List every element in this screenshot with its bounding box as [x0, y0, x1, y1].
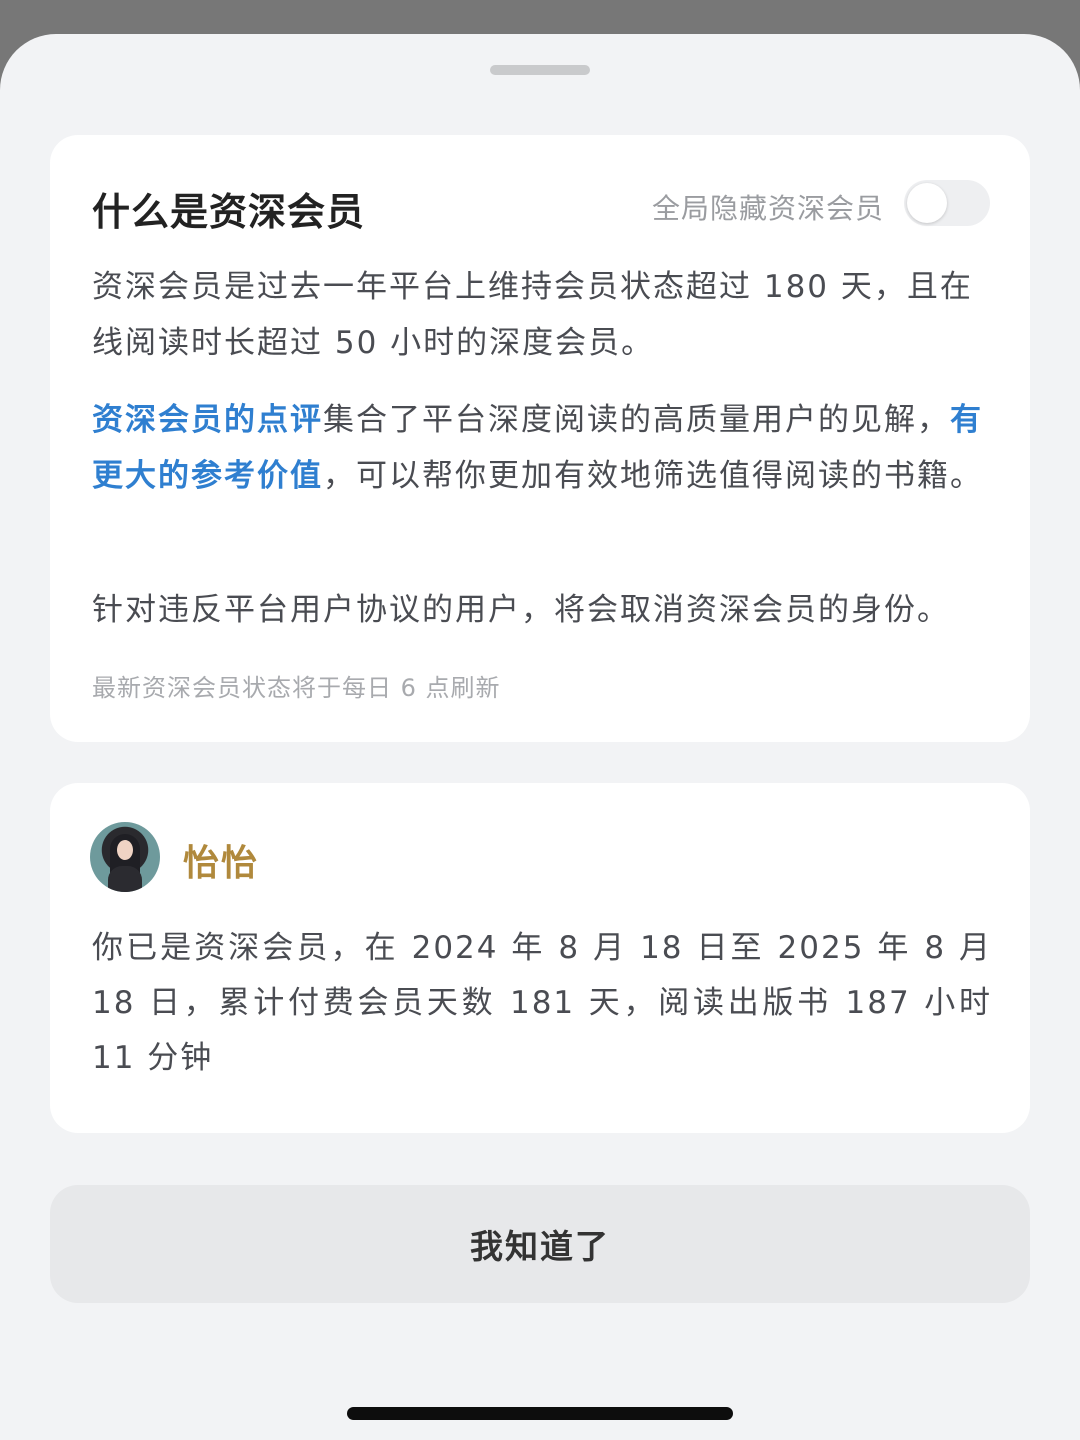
- toggle-knob: [907, 183, 947, 223]
- bottom-sheet: 什么是资深会员 全局隐藏资深会员 资深会员是过去一年平台上维持会员状态超过 18…: [0, 34, 1080, 1440]
- hide-senior-members-label: 全局隐藏资深会员: [651, 192, 884, 225]
- avatar[interactable]: [90, 822, 160, 892]
- avatar-body: [108, 866, 142, 892]
- user-status-card: 怡怡 你已是资深会员，在 2024 年 8 月 18 日至 2025 年 8 月…: [50, 783, 1030, 1133]
- got-it-button[interactable]: 我知道了: [50, 1185, 1030, 1303]
- senior-reviews-highlight: 资深会员的点评: [92, 402, 323, 438]
- card-title: 什么是资深会员: [92, 190, 366, 234]
- membership-status-text: 你已是资深会员，在 2024 年 8 月 18 日至 2025 年 8 月 18…: [92, 930, 992, 1076]
- senior-member-info-card: 什么是资深会员 全局隐藏资深会员 资深会员是过去一年平台上维持会员状态超过 18…: [50, 135, 1030, 742]
- refresh-footnote: 最新资深会员状态将于每日 6 点刷新: [92, 674, 501, 702]
- home-indicator[interactable]: [347, 1407, 733, 1420]
- value-paragraph: 资深会员的点评集合了平台深度阅读的高质量用户的见解，有更大的参考价值，可以帮你更…: [92, 392, 992, 504]
- username[interactable]: 怡怡: [183, 834, 259, 886]
- sheet-grabber-handle[interactable]: [490, 65, 590, 75]
- violation-paragraph: 针对违反平台用户协议的用户，将会取消资深会员的身份。: [92, 592, 950, 628]
- value-text-1: 集合了平台深度阅读的高质量用户的见解，: [323, 402, 950, 438]
- value-text-2: ，可以帮你更加有效地筛选值得阅读的书籍。: [323, 458, 983, 494]
- hide-senior-members-toggle[interactable]: [904, 180, 990, 226]
- definition-paragraph: 资深会员是过去一年平台上维持会员状态超过 180 天，且在线阅读时长超过 50 …: [92, 269, 973, 361]
- avatar-face: [117, 840, 133, 860]
